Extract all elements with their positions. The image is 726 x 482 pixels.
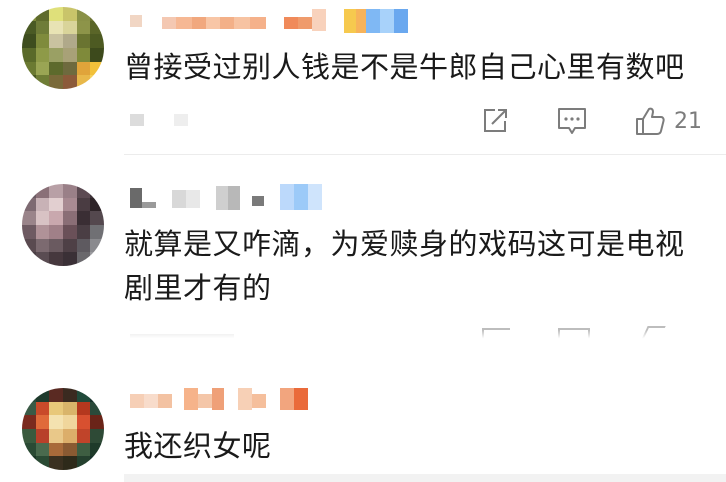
forward-icon <box>480 106 510 136</box>
like-button[interactable]: 21 <box>634 104 702 138</box>
divider <box>124 154 726 155</box>
bottom-bar <box>124 474 726 482</box>
comment-text: 我还织女呢 <box>124 429 272 463</box>
comment-button[interactable] <box>556 104 588 138</box>
comment-text: 就算是又咋滴，为爱赎身的戏码这可是电视 剧里才有的 <box>124 222 714 310</box>
scroll-fade <box>0 330 726 342</box>
timestamp-blurred <box>130 114 188 126</box>
avatar[interactable] <box>22 388 104 470</box>
forward-button[interactable] <box>480 104 510 138</box>
comment-item: 我还织女呢 <box>0 372 726 482</box>
comment-item: 曾接受过别人钱是不是牛郎自己心里有数吧 21 <box>0 0 726 160</box>
comment-item: 就算是又咋滴，为爱赎身的戏码这可是电视 剧里才有的 <box>0 160 726 342</box>
avatar[interactable] <box>22 7 104 89</box>
comment-feed: 曾接受过别人钱是不是牛郎自己心里有数吧 21 就算是又咋滴，为爱赎身的戏码这可是… <box>0 0 726 482</box>
username-blurred[interactable] <box>130 184 322 210</box>
comment-text: 曾接受过别人钱是不是牛郎自己心里有数吧 <box>124 50 685 84</box>
comment-text-line: 剧里才有的 <box>124 271 272 305</box>
comment-meta-row: 21 <box>124 104 714 140</box>
username-blurred[interactable] <box>130 386 308 412</box>
like-count: 21 <box>674 108 702 134</box>
thumbs-up-icon <box>634 105 666 137</box>
comment-icon <box>556 106 588 136</box>
username-blurred[interactable] <box>130 9 408 35</box>
comment-text-line: 就算是又咋滴，为爱赎身的戏码这可是电视 <box>124 227 685 261</box>
avatar[interactable] <box>22 184 104 266</box>
